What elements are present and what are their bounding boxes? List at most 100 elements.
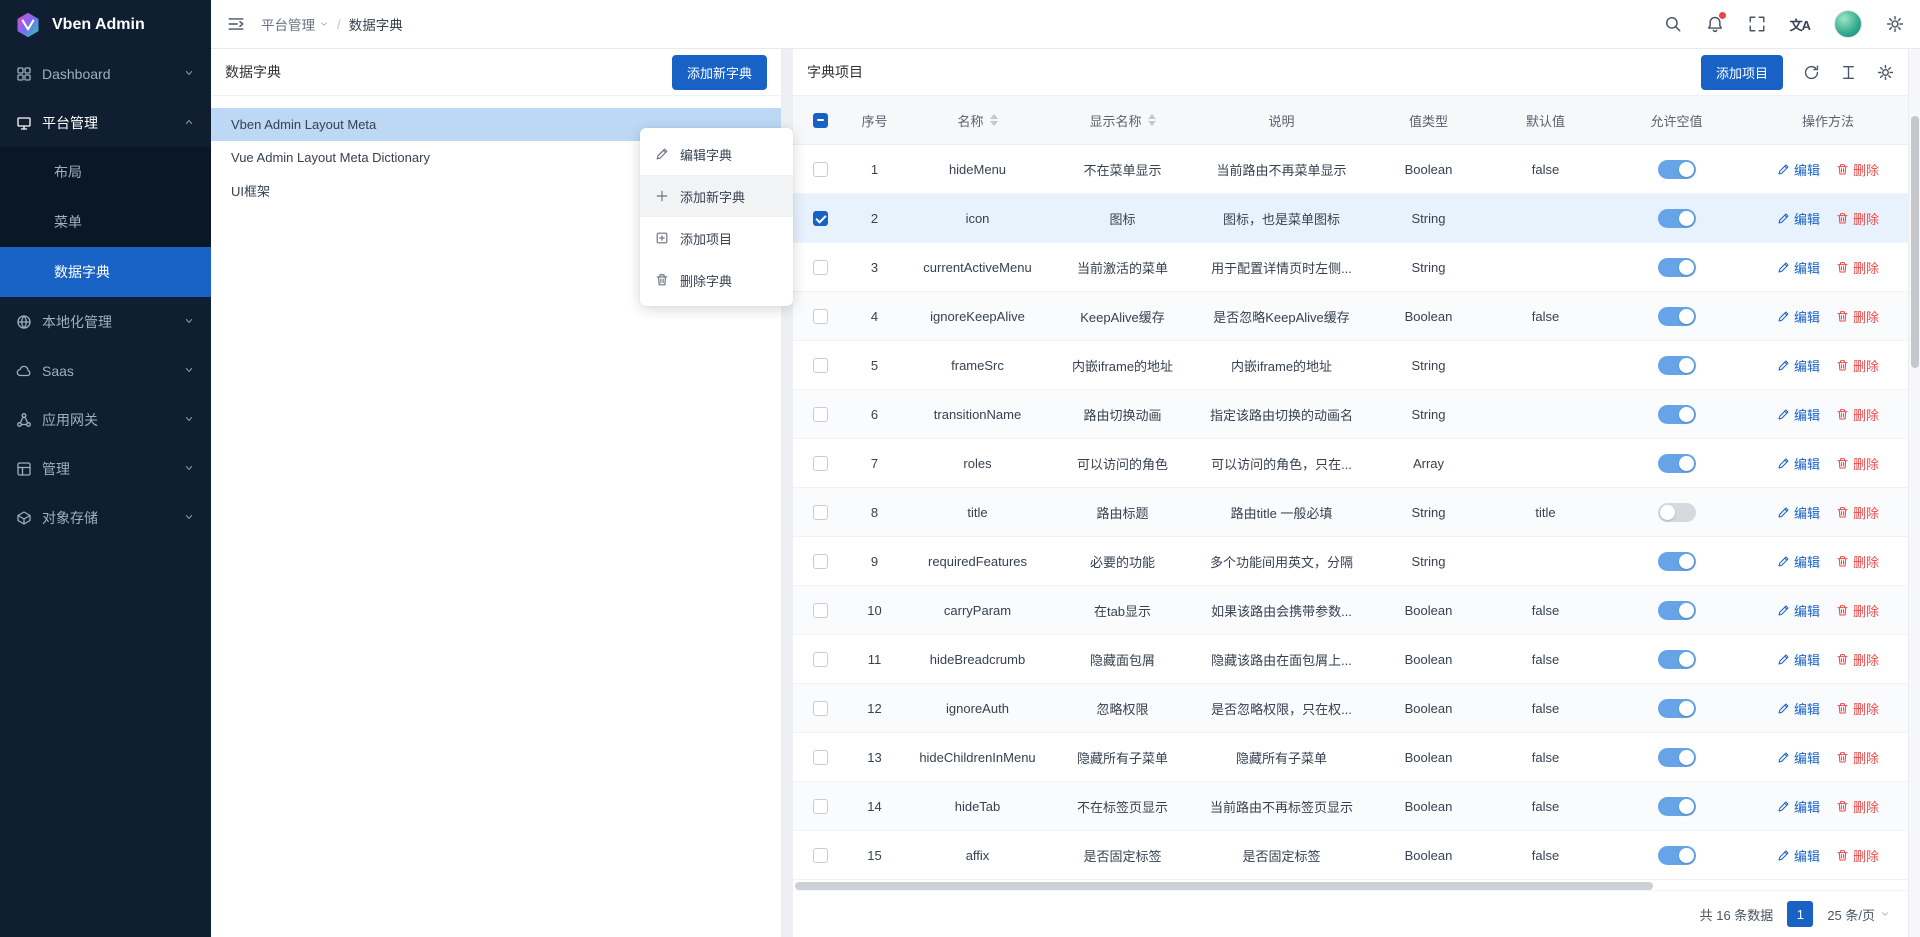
allow-empty-toggle[interactable]: [1658, 356, 1696, 375]
context-menu-item-0[interactable]: 编辑字典: [640, 133, 793, 175]
sidebar-item-6[interactable]: 对象存储: [0, 493, 211, 542]
row-checkbox[interactable]: [813, 652, 828, 667]
page-size-select[interactable]: 25 条/页: [1827, 905, 1890, 924]
sidebar-subitem-2[interactable]: 数据字典: [0, 247, 211, 297]
allow-empty-toggle[interactable]: [1658, 160, 1696, 179]
column-height-icon[interactable]: [1840, 64, 1857, 81]
allow-empty-toggle[interactable]: [1658, 552, 1696, 571]
add-dictionary-button[interactable]: 添加新字典: [672, 55, 767, 90]
edit-button[interactable]: 编辑: [1777, 650, 1820, 669]
row-checkbox[interactable]: [813, 407, 828, 422]
row-checkbox[interactable]: [813, 358, 828, 373]
row-checkbox[interactable]: [813, 799, 828, 814]
allow-empty-toggle[interactable]: [1658, 454, 1696, 473]
translate-icon[interactable]: 文A: [1790, 15, 1810, 34]
edit-button[interactable]: 编辑: [1777, 601, 1820, 620]
sidebar-subitem-0[interactable]: 布局: [0, 147, 211, 197]
delete-button[interactable]: 删除: [1836, 650, 1879, 669]
row-checkbox[interactable]: [813, 505, 828, 520]
sidebar-item-0[interactable]: Dashboard: [0, 49, 211, 98]
edit-button[interactable]: 编辑: [1777, 503, 1820, 522]
row-checkbox[interactable]: [813, 260, 828, 275]
fullscreen-icon[interactable]: [1748, 15, 1766, 33]
context-menu-item-3[interactable]: 删除字典: [640, 259, 793, 301]
sidebar-item-3[interactable]: Saas: [0, 346, 211, 395]
edit-button[interactable]: 编辑: [1777, 405, 1820, 424]
table-settings-gear-icon[interactable]: [1877, 64, 1894, 81]
row-checkbox[interactable]: [813, 456, 828, 471]
menu-fold-icon[interactable]: [227, 15, 245, 33]
vertical-scrollbar-track[interactable]: [1908, 49, 1920, 937]
allow-empty-toggle[interactable]: [1658, 258, 1696, 277]
edit-button[interactable]: 编辑: [1777, 307, 1820, 326]
search-icon[interactable]: [1664, 15, 1682, 33]
delete-button[interactable]: 删除: [1836, 405, 1879, 424]
delete-button[interactable]: 删除: [1836, 258, 1879, 277]
sort-icon[interactable]: [990, 114, 998, 126]
row-checkbox[interactable]: [813, 603, 828, 618]
vertical-scrollbar-thumb[interactable]: [1911, 116, 1919, 368]
column-header-display[interactable]: 显示名称: [1053, 96, 1192, 144]
refresh-icon[interactable]: [1803, 64, 1820, 81]
sidebar-item-1[interactable]: 平台管理: [0, 98, 211, 147]
allow-empty-toggle[interactable]: [1658, 650, 1696, 669]
breadcrumb-parent[interactable]: 平台管理: [261, 14, 329, 34]
sidebar-subitem-1[interactable]: 菜单: [0, 197, 211, 247]
allow-empty-toggle[interactable]: [1658, 503, 1696, 522]
allow-empty-toggle[interactable]: [1658, 846, 1696, 865]
row-checkbox[interactable]: [813, 750, 828, 765]
row-checkbox[interactable]: [813, 309, 828, 324]
settings-gear-icon[interactable]: [1886, 15, 1904, 33]
notification-button[interactable]: [1706, 15, 1724, 33]
delete-button[interactable]: 删除: [1836, 454, 1879, 473]
allow-empty-toggle[interactable]: [1658, 209, 1696, 228]
delete-button[interactable]: 删除: [1836, 552, 1879, 571]
row-checkbox[interactable]: [813, 162, 828, 177]
edit-button[interactable]: 编辑: [1777, 454, 1820, 473]
row-checkbox[interactable]: [813, 701, 828, 716]
delete-button[interactable]: 删除: [1836, 209, 1879, 228]
allow-empty-toggle[interactable]: [1658, 307, 1696, 326]
column-label: 说明: [1268, 111, 1294, 130]
sidebar-item-4[interactable]: 应用网关: [0, 395, 211, 444]
context-menu-item-1[interactable]: 添加新字典: [640, 175, 793, 217]
delete-button[interactable]: 删除: [1836, 699, 1879, 718]
horizontal-scrollbar[interactable]: [795, 882, 1653, 890]
row-checkbox[interactable]: [813, 211, 828, 226]
avatar[interactable]: [1834, 10, 1862, 38]
delete-button[interactable]: 删除: [1836, 797, 1879, 816]
delete-button[interactable]: 删除: [1836, 601, 1879, 620]
column-header-name[interactable]: 名称: [902, 96, 1053, 144]
edit-button[interactable]: 编辑: [1777, 160, 1820, 179]
delete-button[interactable]: 删除: [1836, 356, 1879, 375]
delete-button[interactable]: 删除: [1836, 307, 1879, 326]
sidebar-item-2[interactable]: 本地化管理: [0, 297, 211, 346]
sidebar-item-5[interactable]: 管理: [0, 444, 211, 493]
edit-button[interactable]: 编辑: [1777, 797, 1820, 816]
context-menu-item-2[interactable]: 添加项目: [640, 217, 793, 259]
edit-button[interactable]: 编辑: [1777, 209, 1820, 228]
edit-button[interactable]: 编辑: [1777, 699, 1820, 718]
app-logo[interactable]: Vben Admin: [0, 0, 211, 49]
page-button-1[interactable]: 1: [1787, 901, 1813, 927]
allow-empty-toggle[interactable]: [1658, 405, 1696, 424]
edit-button[interactable]: 编辑: [1777, 846, 1820, 865]
row-checkbox[interactable]: [813, 554, 828, 569]
edit-button[interactable]: 编辑: [1777, 258, 1820, 277]
allow-empty-toggle[interactable]: [1658, 601, 1696, 620]
add-item-button[interactable]: 添加项目: [1701, 55, 1783, 90]
delete-button[interactable]: 删除: [1836, 748, 1879, 767]
sort-icon[interactable]: [1148, 114, 1156, 126]
allow-empty-toggle[interactable]: [1658, 748, 1696, 767]
delete-button[interactable]: 删除: [1836, 846, 1879, 865]
row-checkbox[interactable]: [813, 848, 828, 863]
cell-name: currentActiveMenu: [902, 243, 1053, 291]
edit-button[interactable]: 编辑: [1777, 552, 1820, 571]
edit-button[interactable]: 编辑: [1777, 356, 1820, 375]
allow-empty-toggle[interactable]: [1658, 699, 1696, 718]
delete-button[interactable]: 删除: [1836, 503, 1879, 522]
select-all-checkbox[interactable]: [813, 113, 828, 128]
allow-empty-toggle[interactable]: [1658, 797, 1696, 816]
delete-button[interactable]: 删除: [1836, 160, 1879, 179]
edit-button[interactable]: 编辑: [1777, 748, 1820, 767]
